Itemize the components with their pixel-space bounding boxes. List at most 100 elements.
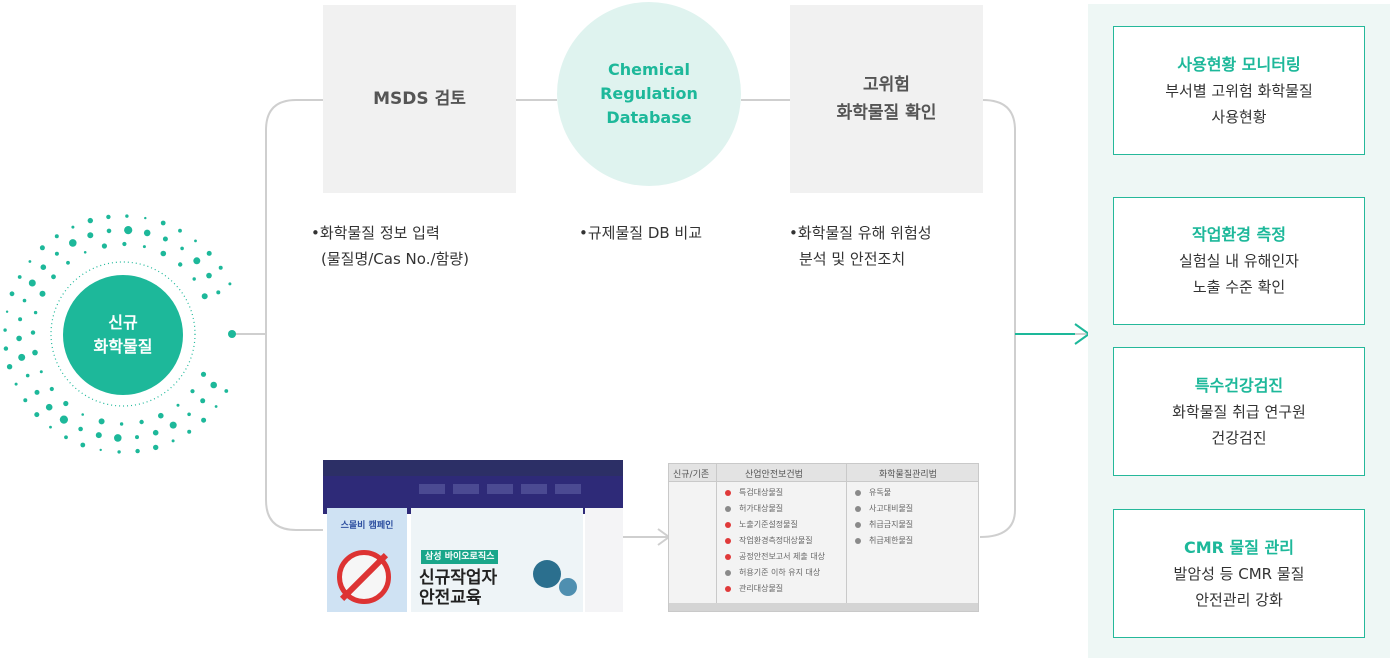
status-dot-icon <box>725 554 731 560</box>
step-msds-review: MSDS 검토 <box>323 5 516 193</box>
db-line3: Database <box>606 108 692 127</box>
training-title: 신규작업자 안전교육 <box>419 568 497 608</box>
gear-icon <box>533 560 561 588</box>
ring-dot <box>32 349 38 356</box>
ring-dot <box>3 346 9 351</box>
db-description: •규제물질 DB 비교 <box>579 220 702 246</box>
ring-dot <box>192 277 196 281</box>
poster-title: 스몰비 캠페인 <box>340 521 394 531</box>
ring-dot <box>39 370 43 374</box>
ring-dot <box>51 274 56 280</box>
ring-dot <box>143 229 151 237</box>
new-chemical-line1: 신규 <box>108 313 138 332</box>
status-dot-icon <box>725 522 731 528</box>
chem-item-label: 취급금지물질 <box>869 520 914 529</box>
osha-item-label: 허가대상물질 <box>739 504 784 513</box>
ring-dot <box>54 234 59 239</box>
ring-dot <box>80 442 86 448</box>
ring-dot <box>6 364 13 370</box>
ring-dot <box>23 398 28 403</box>
ring-dot <box>187 412 191 417</box>
ring-dot <box>30 330 36 335</box>
high-risk-desc-line1: •화학물질 유해 위험성 <box>789 224 932 242</box>
ring-dot <box>95 432 102 439</box>
ring-dot <box>17 275 22 279</box>
db-line1: Chemical <box>608 60 690 79</box>
ring-dot <box>39 290 46 297</box>
chem-item-label: 사고대비물질 <box>869 504 914 513</box>
ring-dot <box>139 419 144 425</box>
ring-dot <box>106 214 111 220</box>
ring-dot <box>176 403 180 407</box>
ring-dot <box>228 282 232 286</box>
ring-dot <box>39 245 45 251</box>
db-desc-line1: •규제물질 DB 비교 <box>579 224 703 242</box>
ring-dot <box>117 450 121 454</box>
msds-desc-line2: (물질명/Cas No./함량) <box>321 250 469 268</box>
high-risk-line2: 화학물질 확인 <box>836 103 937 123</box>
ring-dot <box>99 448 102 452</box>
ring-dot <box>81 413 84 416</box>
cmr-management-line1: 발암성 등 CMR 물질 <box>1173 564 1305 583</box>
chem-item-label: 유독물 <box>869 488 892 497</box>
ring-dot <box>124 226 133 235</box>
ring-dot <box>114 434 122 442</box>
status-dot-icon <box>725 506 731 512</box>
ring-dot <box>160 220 166 226</box>
osha-item-label: 노출기준설정물질 <box>739 520 798 529</box>
training-title-line2: 안전교육 <box>419 588 482 608</box>
osha-item-label: 특검대상물질 <box>739 488 784 497</box>
ring-dot <box>119 422 124 426</box>
ring-dot <box>106 228 112 234</box>
work-environment-title: 작업환경 측정 <box>1192 225 1286 244</box>
ring-dot <box>224 389 229 393</box>
ring-dot <box>54 251 59 256</box>
ring-dot <box>201 293 208 300</box>
ring-dot <box>28 279 36 287</box>
ring-dot <box>33 310 38 315</box>
ring-dot <box>3 328 7 332</box>
health-checkup-line1: 화학물질 취급 연구원 <box>1172 402 1306 421</box>
ring-dot <box>216 290 221 295</box>
ring-dot <box>98 418 105 425</box>
ring-dot <box>214 405 218 408</box>
gear-icon <box>559 578 577 596</box>
msds-description: •화학물질 정보 입력 (물질명/Cas No./함량) <box>311 220 469 272</box>
ring-dot <box>210 381 217 389</box>
high-risk-line1: 고위험 <box>863 75 910 95</box>
ring-dot <box>69 239 77 247</box>
new-chemical-node: 신규 화학물질 <box>63 275 183 395</box>
ring-dot <box>171 439 175 443</box>
cmr-management-title: CMR 물질 관리 <box>1183 537 1294 557</box>
db-line2: Regulation <box>600 84 698 103</box>
status-dot-icon <box>855 490 861 496</box>
step-high-risk-check: 고위험 화학물질 확인 <box>790 5 983 193</box>
ring-dot <box>18 353 26 361</box>
work-environment-line1: 실험실 내 유해인자 <box>1179 252 1299 270</box>
ring-dot <box>160 250 167 257</box>
ring-dot <box>9 291 15 297</box>
osha-item-label: 허용기준 이하 유지 대상 <box>739 568 821 577</box>
step-regulation-database: Chemical Regulation Database <box>557 2 741 186</box>
ring-dot <box>206 250 212 256</box>
ring-dot <box>25 373 30 378</box>
msds-desc-line1: •화학물질 정보 입력 <box>311 224 440 242</box>
ring-dot <box>101 243 107 249</box>
step-msds-title: MSDS 검토 <box>373 89 466 109</box>
ring-dot <box>87 232 94 239</box>
ring-dot <box>125 214 129 218</box>
cmr-management-card: CMR 물질 관리 발암성 등 CMR 물질 안전관리 강화 <box>1113 509 1365 638</box>
ring-dot <box>22 298 27 303</box>
ring-dot <box>162 236 168 242</box>
new-chemical-line2: 화학물질 <box>93 337 153 356</box>
ring-dot <box>206 272 212 279</box>
osha-item-label: 관리대상물질 <box>739 584 784 593</box>
status-dot-icon <box>725 538 731 544</box>
ring-dot <box>64 435 68 440</box>
ring-dot <box>28 260 32 263</box>
ring-dot <box>200 371 207 377</box>
ring-dot <box>63 400 69 407</box>
health-checkup-title: 특수건강검진 <box>1194 375 1284 395</box>
ring-dot <box>78 426 83 432</box>
status-dot-icon <box>855 538 861 544</box>
